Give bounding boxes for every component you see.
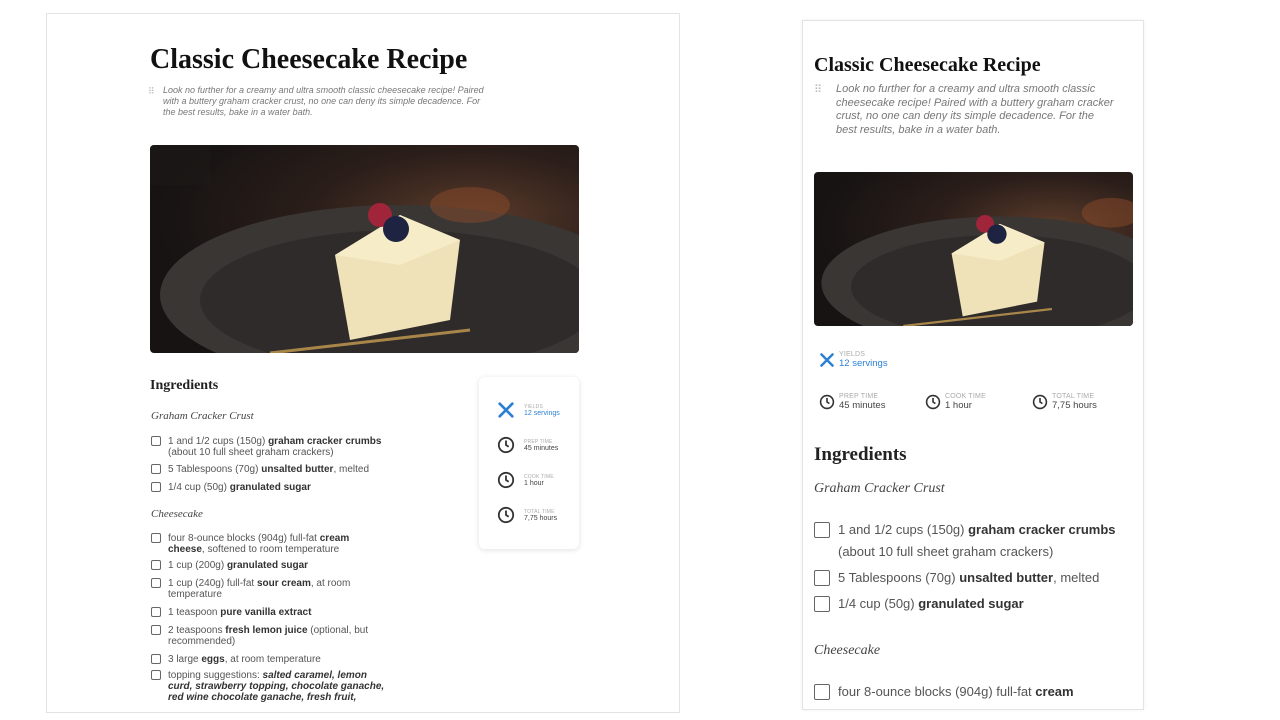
yields-value: 12 servings: [524, 409, 560, 417]
mobile-recipe-view: Classic Cheesecake Recipe ⠿ Look no furt…: [802, 20, 1144, 710]
ingredient-item: 1/4 cup (50g) granulated sugar: [151, 482, 401, 493]
clock-icon: [497, 471, 515, 489]
total-time-label: TOTAL TIME: [524, 508, 555, 515]
ingredient-item: 3 large eggs, at room temperature: [151, 654, 401, 665]
prep-time-value: 45 minutes: [839, 400, 886, 411]
intro-text: Look no further for a creamy and ultra s…: [163, 85, 484, 117]
cook-time-value: 1 hour: [945, 400, 972, 411]
ingredient-checkbox[interactable]: [151, 560, 161, 570]
ingredient-item: 1/4 cup (50g) granulated sugar: [814, 593, 1134, 615]
ingredient-item: 1 cup (200g) granulated sugar: [151, 560, 401, 571]
ingredient-checkbox[interactable]: [151, 625, 161, 635]
prep-time-label: PREP TIME: [839, 393, 879, 400]
utensils-icon: [820, 353, 834, 367]
ingredient-checkbox[interactable]: [151, 436, 161, 446]
ingredient-text: 1/4 cup (50g) granulated sugar: [168, 482, 311, 493]
ingredient-item: 5 Tablespoons (70g) unsalted butter, mel…: [814, 567, 1134, 589]
recipe-title: Classic Cheesecake Recipe: [814, 54, 1041, 76]
recipe-title: Classic Cheesecake Recipe: [150, 44, 468, 75]
section-cheesecake: Cheesecake: [814, 643, 881, 658]
recipe-meta-card: YIELDS 12 servings PREP TIME 45 minutes …: [479, 377, 579, 549]
yields-value: 12 servings: [839, 358, 888, 369]
ingredient-item: four 8-ounce blocks (904g) full-fat crea…: [151, 533, 381, 555]
ingredient-text: 1 and 1/2 cups (150g) graham cracker cru…: [168, 436, 382, 458]
ingredient-item: 1 and 1/2 cups (150g) graham cracker cru…: [814, 519, 1132, 563]
section-cheesecake: Cheesecake: [151, 508, 203, 520]
yields-label: YIELDS: [839, 351, 866, 358]
ingredient-checkbox[interactable]: [151, 578, 161, 588]
intro-text: Look no further for a creamy and ultra s…: [836, 83, 1114, 136]
ingredient-checkbox[interactable]: [151, 670, 161, 680]
ingredient-item: 1 and 1/2 cups (150g) graham cracker cru…: [151, 436, 401, 458]
ingredient-text: 5 Tablespoons (70g) unsalted butter, mel…: [838, 570, 1100, 585]
ingredient-item: 1 cup (240g) full-fat sour cream, at roo…: [151, 578, 381, 600]
ingredient-text: topping suggestions: salted caramel, lem…: [168, 670, 385, 703]
ingredient-checkbox[interactable]: [814, 570, 830, 586]
desktop-recipe-view: Classic Cheesecake Recipe ⠿ Look no furt…: [46, 13, 680, 713]
cook-time-label: COOK TIME: [945, 393, 986, 400]
clock-icon: [497, 436, 515, 454]
utensils-icon: [498, 402, 514, 418]
ingredient-checkbox[interactable]: [151, 654, 161, 664]
recipe-intro: ⠿ Look no further for a creamy and ultra…: [148, 85, 488, 118]
clock-icon: [925, 394, 941, 410]
section-graham-crust: Graham Cracker Crust: [151, 410, 254, 422]
ingredient-item: 2 teaspoons fresh lemon juice (optional,…: [151, 625, 381, 647]
total-time-value: 7,75 hours: [1052, 400, 1097, 411]
total-time-row: TOTAL TIME 7,75 hours: [497, 506, 557, 524]
ingredient-text: 2 teaspoons fresh lemon juice (optional,…: [168, 625, 369, 647]
prep-time-row: PREP TIME 45 minutes: [819, 393, 885, 411]
total-time-row: TOTAL TIME 7,75 hours: [1032, 393, 1097, 411]
ingredient-checkbox[interactable]: [151, 533, 161, 543]
prep-time-row: PREP TIME 45 minutes: [497, 436, 558, 454]
ingredient-text: 1 cup (200g) granulated sugar: [168, 560, 309, 571]
cook-time-row: COOK TIME 1 hour: [497, 471, 554, 489]
ingredient-text: 1 teaspoon pure vanilla extract: [168, 607, 312, 618]
recipe-intro: ⠿ Look no further for a creamy and ultra…: [814, 83, 1114, 137]
cook-time-label: COOK TIME: [524, 473, 554, 480]
ingredient-text: four 8-ounce blocks (904g) full-fat crea…: [838, 684, 1074, 699]
ingredient-checkbox[interactable]: [151, 607, 161, 617]
cheesecake-photo: [150, 145, 579, 353]
section-graham-crust: Graham Cracker Crust: [814, 481, 945, 496]
ingredient-item: topping suggestions: salted caramel, lem…: [151, 670, 386, 703]
drag-handle-icon[interactable]: ⠿: [814, 84, 822, 98]
ingredient-text: 1 and 1/2 cups (150g) graham cracker cru…: [838, 522, 1116, 559]
ingredient-item: four 8-ounce blocks (904g) full-fat crea…: [814, 681, 1134, 703]
total-time-label: TOTAL TIME: [1052, 393, 1095, 400]
clock-icon: [819, 394, 835, 410]
clock-icon: [1032, 394, 1048, 410]
total-time-value: 7,75 hours: [524, 514, 558, 522]
ingredient-checkbox[interactable]: [151, 482, 161, 492]
prep-time-value: 45 minutes: [524, 444, 559, 452]
ingredient-checkbox[interactable]: [814, 684, 830, 700]
drag-handle-icon[interactable]: ⠿: [148, 86, 155, 97]
cheesecake-photo: [814, 172, 1133, 326]
ingredient-text: 1 cup (240g) full-fat sour cream, at roo…: [168, 578, 351, 600]
ingredient-text: 5 Tablespoons (70g) unsalted butter, mel…: [168, 464, 370, 475]
ingredient-text: 1/4 cup (50g) granulated sugar: [838, 596, 1024, 611]
ingredient-item: 1 teaspoon pure vanilla extract: [151, 607, 401, 618]
cook-time-value: 1 hour: [524, 479, 544, 487]
ingredient-checkbox[interactable]: [814, 596, 830, 612]
ingredient-item: 5 Tablespoons (70g) unsalted butter, mel…: [151, 464, 401, 475]
clock-icon: [497, 506, 515, 524]
yields-row: YIELDS 12 servings: [497, 401, 560, 419]
ingredients-heading: Ingredients: [814, 444, 907, 465]
ingredient-text: 3 large eggs, at room temperature: [168, 654, 321, 665]
ingredient-text: four 8-ounce blocks (904g) full-fat crea…: [168, 533, 350, 555]
ingredient-checkbox[interactable]: [814, 522, 830, 538]
yields-row: YIELDS 12 servings: [819, 351, 888, 369]
ingredient-checkbox[interactable]: [151, 464, 161, 474]
ingredients-heading: Ingredients: [150, 378, 219, 393]
cook-time-row: COOK TIME 1 hour: [925, 393, 986, 411]
